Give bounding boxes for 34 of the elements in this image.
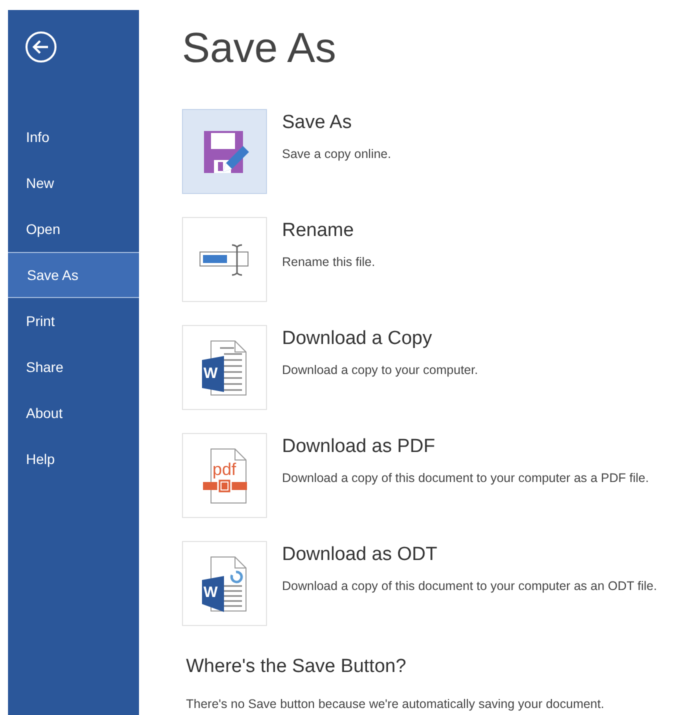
option-description: Download a copy of this document to your computer as an ODT file. [282, 579, 657, 593]
option-tile[interactable] [182, 217, 267, 302]
option-title: Rename [282, 220, 355, 242]
sidebar-item[interactable]: Open [8, 206, 139, 252]
option-tile[interactable] [182, 109, 267, 194]
word-letter: W [204, 584, 218, 600]
option-tile[interactable]: pdf [182, 433, 267, 518]
option-description: Save a copy online. [282, 147, 392, 161]
section-text: There's no Save button because we're automatically saving your document. [186, 697, 606, 711]
refresh-document-icon [202, 556, 248, 612]
sidebar-item[interactable]: Print [8, 298, 139, 344]
sidebar-item[interactable]: About [8, 390, 139, 436]
page-title: Save As [182, 24, 338, 72]
option-description: Download a copy of this document to your computer as a PDF file. [282, 471, 649, 485]
sidebar-item[interactable]: Save As [8, 252, 139, 298]
pdf-label: pdf [212, 460, 236, 480]
text-document-icon [202, 340, 248, 396]
option-title: Download as PDF [282, 436, 436, 458]
option-tile[interactable]: W [182, 325, 267, 410]
option-title: Download as ODT [282, 544, 438, 566]
back-icon[interactable] [25, 31, 57, 63]
sidebar-item[interactable]: Share [8, 344, 139, 390]
option-title: Save As [282, 112, 353, 134]
pdf-document-icon [202, 448, 248, 504]
option-tile[interactable]: W [182, 541, 267, 626]
option-description: Download a copy to your computer. [282, 363, 478, 377]
section-heading: Where's the Save Button? [186, 656, 408, 678]
sidebar-item[interactable]: New [8, 160, 139, 206]
word-letter: W [204, 364, 218, 382]
sidebar-item[interactable]: Help [8, 436, 139, 482]
sidebar-item[interactable]: Info [8, 114, 139, 160]
rename-field-icon [198, 242, 250, 276]
option-title: Download a Copy [282, 328, 433, 350]
option-description: Rename this file. [282, 255, 376, 269]
